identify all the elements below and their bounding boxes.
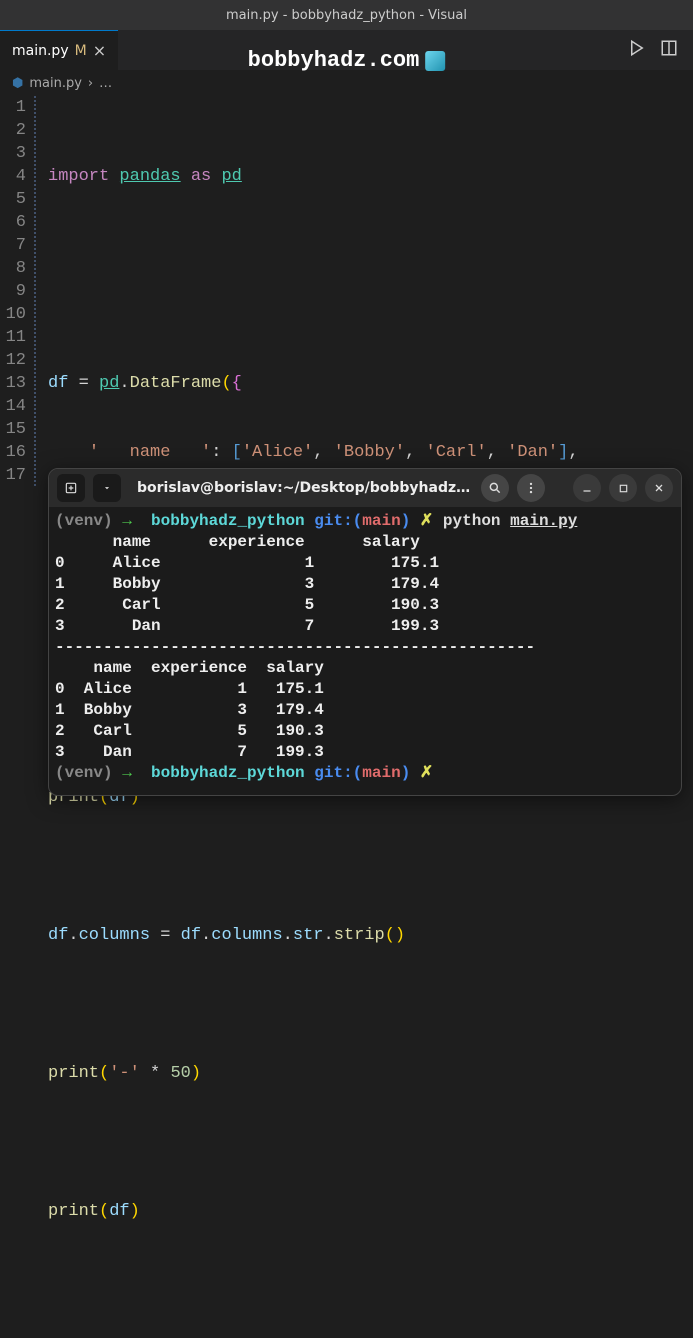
line-number: 6 bbox=[0, 211, 26, 234]
output-row: 0 Alice 1 175.1 bbox=[55, 680, 324, 698]
output-row: 3 Dan 7 199.3 bbox=[55, 617, 439, 635]
code-line: df.columns = df.columns.str.strip() bbox=[34, 924, 693, 947]
line-number: 2 bbox=[0, 119, 26, 142]
output-row: 1 Bobby 3 179.4 bbox=[55, 701, 324, 719]
code-line bbox=[34, 234, 693, 257]
tab-main-py[interactable]: main.py M × bbox=[0, 30, 118, 70]
new-tab-button[interactable] bbox=[57, 474, 85, 502]
line-number: 16 bbox=[0, 441, 26, 464]
line-number: 15 bbox=[0, 418, 26, 441]
code-line: import pandas as pd bbox=[34, 165, 693, 188]
breadcrumb-sep: › bbox=[88, 76, 93, 91]
menu-icon[interactable] bbox=[517, 474, 545, 502]
indent-guide bbox=[34, 96, 36, 487]
terminal-titlebar[interactable]: borislav@borislav:~/Desktop/bobbyhadz_py… bbox=[49, 469, 681, 507]
terminal-window: borislav@borislav:~/Desktop/bobbyhadz_py… bbox=[48, 468, 682, 796]
line-number: 11 bbox=[0, 326, 26, 349]
line-number: 5 bbox=[0, 188, 26, 211]
line-number: 17 bbox=[0, 464, 26, 487]
dropdown-button[interactable] bbox=[93, 474, 121, 502]
tab-modified-marker: M bbox=[75, 43, 87, 59]
line-number: 1 bbox=[0, 96, 26, 119]
line-number: 10 bbox=[0, 303, 26, 326]
close-icon[interactable]: × bbox=[93, 41, 106, 60]
minimize-button[interactable] bbox=[573, 474, 601, 502]
tab-filename: main.py bbox=[12, 43, 69, 59]
code-line: print('-' * 50) bbox=[34, 1062, 693, 1085]
line-gutter: 1 2 3 4 5 6 7 8 9 10 11 12 13 14 15 16 1… bbox=[0, 96, 34, 1338]
code-line: ' name ': ['Alice', 'Bobby', 'Carl', 'Da… bbox=[34, 441, 693, 464]
output-header: name experience salary bbox=[55, 659, 324, 677]
line-number: 14 bbox=[0, 395, 26, 418]
terminal-title: borislav@borislav:~/Desktop/bobbyhadz_py… bbox=[129, 480, 473, 496]
window-title: main.py - bobbyhadz_python - Visual bbox=[226, 8, 467, 23]
title-bar: main.py - bobbyhadz_python - Visual bbox=[0, 0, 693, 30]
breadcrumb[interactable]: ⬢ main.py › … bbox=[0, 70, 693, 96]
terminal-content[interactable]: (venv) → bobbyhadz_python git:(main) ✗ p… bbox=[49, 507, 681, 788]
tab-bar: main.py M × bbox=[0, 30, 693, 70]
breadcrumb-file: main.py bbox=[29, 76, 82, 91]
code-line: print(df) bbox=[34, 1200, 693, 1223]
breadcrumb-more: … bbox=[99, 76, 112, 91]
output-row: 2 Carl 5 190.3 bbox=[55, 596, 439, 614]
output-divider: ----------------------------------------… bbox=[55, 638, 535, 656]
run-icon[interactable] bbox=[628, 39, 646, 62]
search-icon[interactable] bbox=[481, 474, 509, 502]
line-number: 4 bbox=[0, 165, 26, 188]
output-row: 2 Carl 5 190.3 bbox=[55, 722, 324, 740]
code-line bbox=[34, 1131, 693, 1154]
line-number: 13 bbox=[0, 372, 26, 395]
line-number: 12 bbox=[0, 349, 26, 372]
code-line bbox=[34, 1269, 693, 1292]
code-line bbox=[34, 855, 693, 878]
output-row: 3 Dan 7 199.3 bbox=[55, 743, 324, 761]
line-number: 3 bbox=[0, 142, 26, 165]
close-button[interactable] bbox=[645, 474, 673, 502]
output-row: 1 Bobby 3 179.4 bbox=[55, 575, 439, 593]
code-line: df = pd.DataFrame({ bbox=[34, 372, 693, 395]
split-icon[interactable] bbox=[660, 39, 678, 62]
code-line bbox=[34, 993, 693, 1016]
editor-actions bbox=[628, 39, 693, 62]
maximize-button[interactable] bbox=[609, 474, 637, 502]
code-line bbox=[34, 303, 693, 326]
line-number: 7 bbox=[0, 234, 26, 257]
output-header: name experience salary bbox=[55, 533, 439, 551]
line-number: 9 bbox=[0, 280, 26, 303]
line-number: 8 bbox=[0, 257, 26, 280]
python-icon: ⬢ bbox=[12, 76, 23, 91]
output-row: 0 Alice 1 175.1 bbox=[55, 554, 439, 572]
